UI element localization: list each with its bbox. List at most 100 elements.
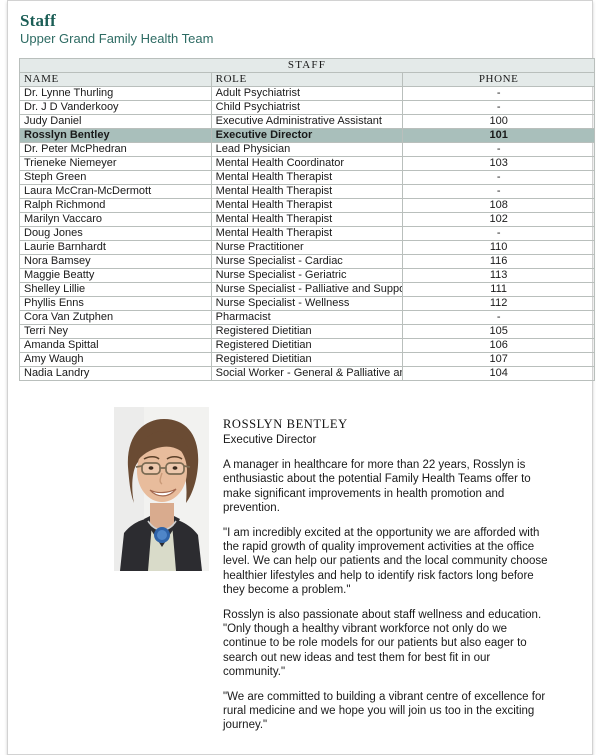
cell-phone: 113 [402, 268, 595, 284]
staff-profile-section: ROSSLYN BENTLEY Executive Director A man… [18, 407, 586, 743]
cell-name: Nora Bamsey [19, 254, 212, 270]
staff-bio: ROSSLYN BENTLEY Executive Director A man… [223, 407, 553, 743]
cell-phone: - [402, 142, 595, 158]
table-row[interactable]: Ralph Richmond Mental Health Therapist 108 [19, 198, 595, 214]
cell-name: Steph Green [19, 170, 212, 186]
column-header-name[interactable]: NAME [19, 72, 212, 88]
cell-phone: 107 [402, 352, 595, 368]
table-row[interactable]: Doug Jones Mental Health Therapist - [19, 226, 595, 242]
cell-role: Pharmacist [210, 310, 404, 326]
cell-phone: 112 [402, 296, 595, 312]
table-row[interactable]: Shelley Lillie Nurse Specialist - Palliat… [19, 282, 595, 298]
cell-role: Nurse Specialist - Cardiac [210, 254, 404, 270]
table-row[interactable]: Laura McCran-McDermott Mental Health Ther… [19, 184, 595, 200]
cell-role: Registered Dietitian [210, 352, 404, 368]
table-row[interactable]: Amy Waugh Registered Dietitian 107 [19, 352, 595, 368]
cell-phone: 102 [402, 212, 595, 228]
cell-phone: 103 [402, 156, 595, 172]
cell-role: Registered Dietitian [210, 324, 404, 340]
cell-phone: 108 [402, 198, 595, 214]
table-row[interactable]: Phyllis Enns Nurse Specialist - Wellness 1… [19, 296, 595, 312]
cell-phone: 110 [402, 240, 595, 256]
cell-role: Nurse Specialist - Palliative and Suppor… [210, 282, 404, 298]
bio-paragraph: Rosslyn is also passionate about staff w… [223, 608, 542, 678]
cell-phone: 111 [402, 282, 595, 298]
table-row[interactable]: Dr. J D Vanderkooy Child Psychiatrist - [19, 100, 595, 116]
cell-name: Trieneke Niemeyer [19, 156, 212, 172]
bio-paragraph: "I am incredibly excited at the opportun… [223, 526, 548, 596]
table-row[interactable]: Nora Bamsey Nurse Specialist - Cardiac 116 [19, 254, 595, 270]
cell-phone: - [402, 226, 595, 242]
cell-phone: 106 [402, 338, 595, 354]
staff-table-head: STAFF NAME ROLE PHONE [19, 58, 595, 88]
table-row[interactable]: Rosslyn Bentley Executive Director 101 [19, 128, 595, 144]
table-row[interactable]: Dr. Lynne Thurling Adult Psychiatrist - [19, 86, 595, 102]
cell-phone: - [402, 184, 595, 200]
cell-role: Nurse Specialist - Geriatric [210, 268, 404, 284]
cell-phone: 100 [402, 114, 595, 130]
cell-role: Mental Health Therapist [210, 198, 404, 214]
table-row[interactable]: Steph Green Mental Health Therapist - [19, 170, 595, 186]
table-row[interactable]: Dr. Peter McPhedran Lead Physician - [19, 142, 595, 158]
table-row[interactable]: Nadia Landry Social Worker - General & Pa… [19, 366, 595, 382]
cell-phone: - [402, 310, 595, 326]
staff-table: STAFF NAME ROLE PHONE Dr. Lynne Thurling… [19, 58, 595, 382]
table-row[interactable]: Marilyn Vaccaro Mental Health Therapist 10… [19, 212, 595, 228]
table-row[interactable]: Amanda Spittal Registered Dietitian 106 [19, 338, 595, 354]
table-caption: STAFF [19, 58, 595, 74]
cell-name: Judy Daniel [19, 114, 212, 130]
cell-role: Mental Health Therapist [210, 170, 404, 186]
cell-name: Rosslyn Bentley [19, 128, 212, 144]
cell-role: Mental Health Therapist [210, 226, 404, 242]
bio-paragraphs: A manager in healthcare for more than 22… [223, 458, 553, 732]
bio-paragraph: A manager in healthcare for more than 22… [223, 459, 531, 514]
cell-role: Nurse Practitioner [210, 240, 404, 256]
cell-phone: 101 [402, 128, 595, 144]
cell-name: Ralph Richmond [19, 198, 212, 214]
table-row[interactable]: Trieneke Niemeyer Mental Health Coordinat… [19, 156, 595, 172]
staff-table-body: Dr. Lynne Thurling Adult Psychiatrist - Dr.… [19, 86, 595, 382]
bio-name: ROSSLYN BENTLEY [223, 417, 348, 432]
cell-name: Nadia Landry [19, 366, 212, 382]
cell-role: Mental Health Therapist [210, 212, 404, 228]
cell-name: Dr. Lynne Thurling [19, 86, 212, 102]
cell-name: Amanda Spittal [19, 338, 212, 354]
table-row[interactable]: Judy Daniel Executive Administrative Assi… [19, 114, 595, 130]
page-subtitle: Upper Grand Family Health Team [20, 30, 214, 46]
table-row[interactable]: Laurie Barnhardt Nurse Practitioner 110 [19, 240, 595, 256]
table-row[interactable]: Cora Van Zutphen Pharmacist - [19, 310, 595, 326]
cell-name: Amy Waugh [19, 352, 212, 368]
cell-name: Maggie Beatty [19, 268, 212, 284]
cell-name: Dr. J D Vanderkooy [19, 100, 212, 116]
page-title: Staff [20, 11, 56, 30]
column-header-role[interactable]: ROLE [210, 72, 404, 88]
cell-phone: 104 [402, 366, 595, 382]
cell-phone: 105 [402, 324, 595, 340]
cell-name: Laurie Barnhardt [19, 240, 212, 256]
table-row[interactable]: Terri Ney Registered Dietitian 105 [19, 324, 595, 340]
table-header-row: NAME ROLE PHONE [19, 72, 595, 88]
cell-role: Executive Administrative Assistant [210, 114, 404, 130]
cell-name: Laura McCran-McDermott [19, 184, 212, 200]
bio-role: Executive Director [223, 433, 317, 446]
cell-role: Social Worker - General & Palliative and… [210, 366, 404, 382]
cell-role: Mental Health Therapist [210, 184, 404, 200]
cell-role: Executive Director [210, 128, 404, 144]
cell-role: Nurse Specialist - Wellness [210, 296, 404, 312]
cell-role: Mental Health Coordinator [210, 156, 404, 172]
cell-role: Lead Physician [210, 142, 404, 158]
cell-name: Cora Van Zutphen [19, 310, 212, 326]
bio-paragraph: "We are committed to building a vibrant … [223, 690, 546, 732]
cell-name: Phyllis Enns [19, 296, 212, 312]
staff-page: Staff Upper Grand Family Health Team STA… [7, 0, 595, 755]
cell-name: Terri Ney [19, 324, 212, 340]
table-row[interactable]: Maggie Beatty Nurse Specialist - Geriatri… [19, 268, 595, 284]
column-header-phone[interactable]: PHONE [402, 72, 595, 88]
cell-role: Adult Psychiatrist [210, 86, 404, 102]
cell-phone: - [402, 170, 595, 186]
cell-phone: - [402, 100, 595, 116]
cell-phone: 116 [402, 254, 595, 270]
cell-phone: - [402, 86, 595, 102]
cell-name: Marilyn Vaccaro [19, 212, 212, 228]
cell-role: Registered Dietitian [210, 338, 404, 354]
